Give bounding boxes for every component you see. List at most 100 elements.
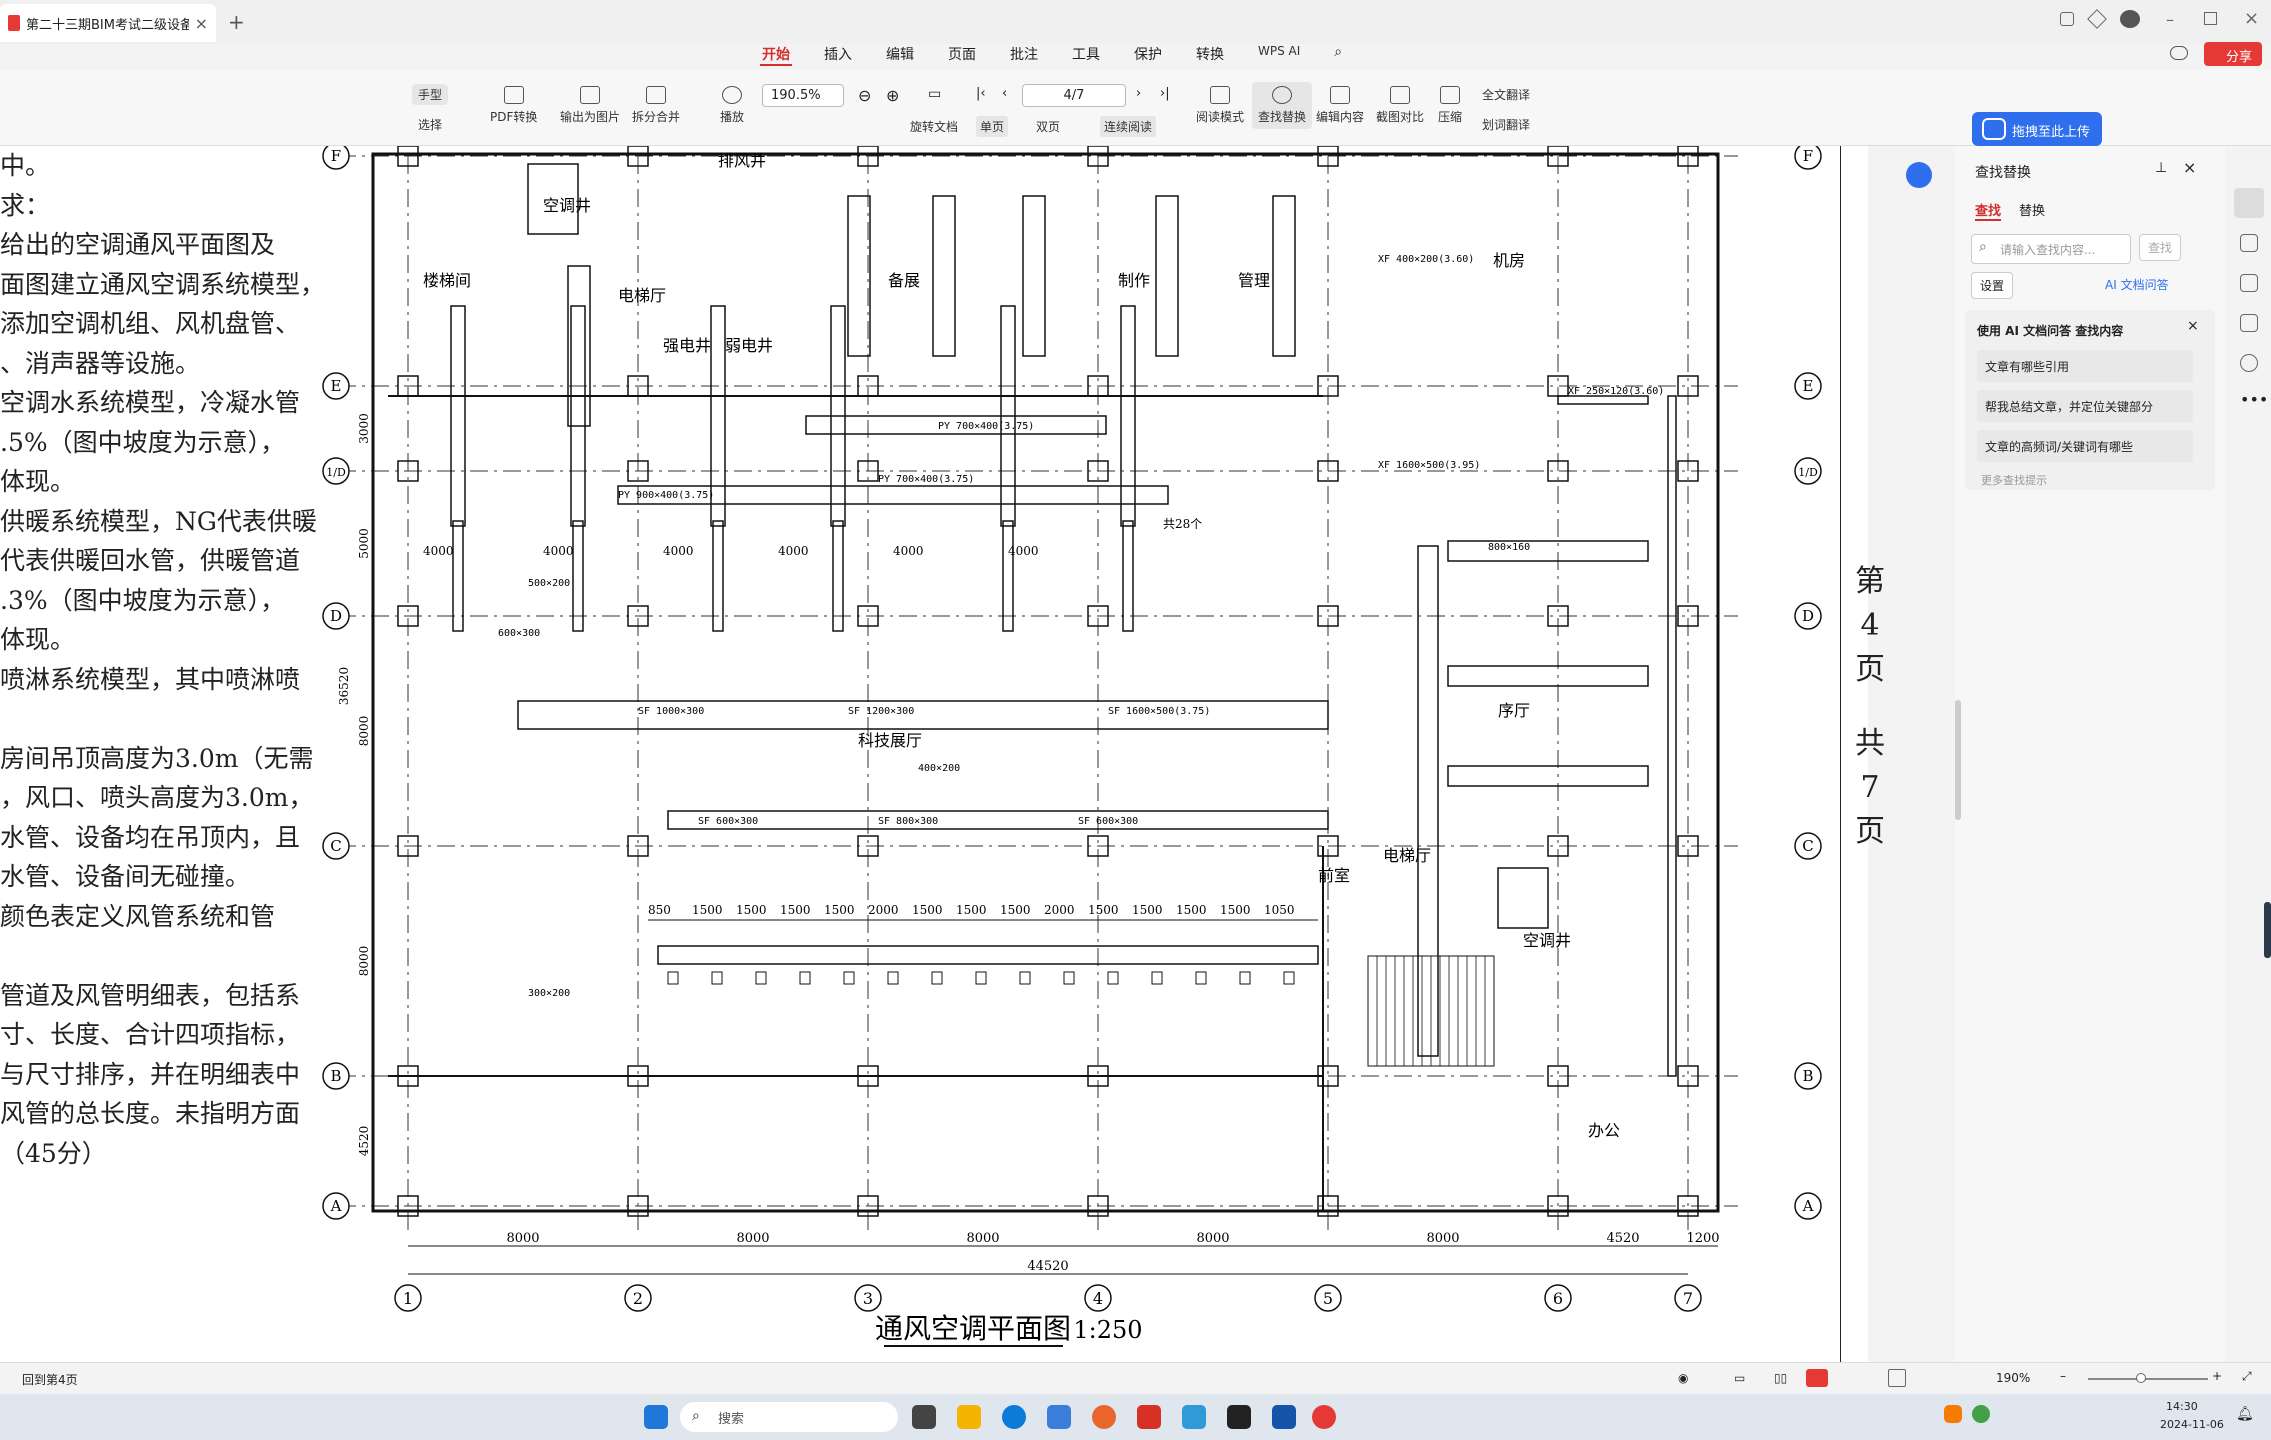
word-translate-button[interactable]: 划词翻译 — [1482, 116, 1530, 133]
zoom-slider-thumb[interactable] — [2136, 1373, 2146, 1383]
search-button[interactable]: 查找 — [2139, 234, 2182, 261]
share-button[interactable]: 分享 — [2204, 42, 2262, 66]
pin-icon[interactable]: ⊥ — [2155, 160, 2167, 176]
tab-convert[interactable]: 转换 — [1194, 44, 1226, 66]
close-tab-icon[interactable]: × — [195, 14, 208, 33]
rotate-button[interactable]: 旋转文档 — [910, 118, 958, 135]
calculator-icon[interactable] — [1047, 1405, 1071, 1429]
first-page-icon[interactable]: |‹ — [976, 86, 986, 101]
zoom-slider[interactable] — [2088, 1378, 2208, 1380]
zoom-out-icon[interactable]: – — [2060, 1369, 2066, 1383]
tab-page[interactable]: 页面 — [946, 44, 978, 66]
close-panel-icon[interactable]: × — [2183, 158, 2196, 177]
play-button[interactable]: 播放 — [720, 86, 744, 125]
folder-icon[interactable] — [957, 1405, 981, 1429]
panel-scrollbar[interactable] — [1955, 700, 1961, 820]
zoom-level[interactable]: 190% — [1996, 1371, 2030, 1385]
room-label: 备展 — [888, 271, 920, 290]
zoom-in-icon[interactable]: + — [2212, 1369, 2222, 1383]
fit-window-icon[interactable]: ⤢ — [2242, 1369, 2252, 1384]
next-page-icon[interactable]: › — [1136, 86, 1141, 101]
scroll-handle[interactable] — [2264, 902, 2271, 958]
cube-icon[interactable] — [2087, 9, 2107, 29]
cloud-icon[interactable] — [2170, 46, 2188, 60]
adjust-icon[interactable] — [2240, 274, 2258, 292]
suggestion-item[interactable]: 帮我总结文章，并定位关键部分 — [1977, 390, 2193, 422]
play-icon[interactable] — [1806, 1369, 1828, 1387]
record-icon[interactable] — [1312, 1405, 1336, 1429]
eye-icon[interactable]: ◉ — [1678, 1371, 1688, 1385]
windows-start-icon[interactable] — [644, 1405, 668, 1429]
tab-replace[interactable]: 替换 — [2019, 200, 2045, 219]
tab-annotate[interactable]: 批注 — [1008, 44, 1040, 66]
tab-protect[interactable]: 保护 — [1132, 44, 1164, 66]
ai-qa-link[interactable]: AI 文档问答 — [2105, 276, 2169, 293]
requirement-line: 供暖系统模型，NG代表供暖 — [0, 506, 317, 536]
export-image-button[interactable]: 输出为图片 — [560, 86, 620, 125]
suggestion-item[interactable]: 文章的高频词/关键词有哪些 — [1977, 430, 2193, 462]
fan-coil-unit — [932, 195, 956, 357]
translate-icon[interactable] — [2240, 234, 2258, 252]
book-icon[interactable] — [2240, 314, 2258, 332]
tab-tools[interactable]: 工具 — [1070, 44, 1102, 66]
double-page-button[interactable]: 双页 — [1036, 118, 1060, 135]
wps-ai-button[interactable]: WPS AI — [1256, 44, 1302, 66]
single-view-icon[interactable]: ▭ — [1734, 1371, 1745, 1385]
pdf-convert-button[interactable]: PDF转换 — [490, 86, 537, 125]
close-hint-icon[interactable]: × — [2187, 318, 2199, 334]
edit-content-button[interactable]: 编辑内容 — [1316, 86, 1364, 125]
back-to-page-link[interactable]: 回到第4页 — [22, 1371, 78, 1388]
wps-icon[interactable] — [1137, 1405, 1161, 1429]
find-replace-button[interactable]: 查找替换 — [1252, 82, 1313, 129]
fullscreen-icon[interactable] — [1888, 1369, 1906, 1387]
settings-button[interactable]: 设置 — [1971, 272, 2014, 299]
tray-icon[interactable] — [1944, 1405, 1962, 1423]
avatar[interactable] — [2120, 10, 2140, 28]
search-side-button[interactable] — [2234, 188, 2264, 218]
prev-page-icon[interactable]: ‹ — [1002, 86, 1007, 101]
last-page-icon[interactable]: ›| — [1160, 86, 1170, 101]
search-input[interactable]: 请输入查找内容... — [1971, 234, 2131, 264]
tray-icon[interactable] — [1972, 1405, 1990, 1423]
edge-icon[interactable] — [1002, 1405, 1026, 1429]
zoom-in-icon[interactable]: ⊕ — [886, 86, 899, 105]
search-icon[interactable]: ⌕ — [1332, 44, 1344, 66]
panel-title[interactable]: 查找替换 — [1975, 162, 2031, 182]
notification-icon[interactable]: 🔔︎ — [2236, 1406, 2254, 1422]
tab-insert[interactable]: 插入 — [822, 44, 854, 66]
tab-edit[interactable]: 编辑 — [884, 44, 916, 66]
continuous-read-button[interactable]: 连续阅读 — [1100, 116, 1157, 137]
read-mode-button[interactable]: 阅读模式 — [1196, 86, 1244, 125]
help-icon[interactable] — [2240, 354, 2258, 372]
tab-start[interactable]: 开始 — [760, 44, 792, 66]
page-view-icon[interactable]: ▭ — [928, 86, 941, 102]
screenshot-compare-button[interactable]: 截图对比 — [1376, 86, 1424, 125]
maximize-icon[interactable] — [2204, 12, 2217, 25]
more-hints-link[interactable]: 更多查找提示 — [1981, 472, 2047, 488]
full-translate-button[interactable]: 全文翻译 — [1482, 86, 1530, 103]
revit-icon[interactable] — [1272, 1405, 1296, 1429]
double-view-icon[interactable]: ▯▯ — [1774, 1371, 1787, 1385]
minimize-icon[interactable]: – — [2166, 10, 2174, 29]
app-icon[interactable] — [1182, 1405, 1206, 1429]
window-layout-icon[interactable] — [2060, 12, 2074, 26]
new-tab-button[interactable]: + — [228, 10, 245, 34]
zoom-out-icon[interactable]: ⊖ — [858, 86, 871, 105]
taskbar-search[interactable]: 搜索 — [680, 1402, 898, 1432]
app-icon[interactable] — [1227, 1405, 1251, 1429]
more-icon[interactable]: ••• — [2240, 390, 2268, 409]
select-tool-button[interactable]: 选择 — [418, 116, 442, 133]
suggestion-item[interactable]: 文章有哪些引用 — [1977, 350, 2193, 382]
tab-find[interactable]: 查找 — [1975, 200, 2002, 221]
document-tab[interactable]: 第二十三期BIM考试二级设备 × — [0, 4, 216, 42]
zoom-select[interactable]: 190.5% — [762, 84, 844, 107]
firefox-icon[interactable] — [1092, 1405, 1116, 1429]
assistant-icon[interactable] — [1906, 162, 1932, 188]
split-merge-button[interactable]: 拆分合并 — [632, 86, 680, 125]
hand-tool-button[interactable]: 手型 — [412, 84, 449, 105]
page-number-input[interactable]: 4/7 — [1022, 84, 1126, 107]
close-window-icon[interactable]: × — [2244, 8, 2259, 29]
single-page-button[interactable]: 单页 — [976, 116, 1009, 137]
compress-button[interactable]: 压缩 — [1438, 86, 1462, 125]
task-view-icon[interactable] — [912, 1405, 936, 1429]
